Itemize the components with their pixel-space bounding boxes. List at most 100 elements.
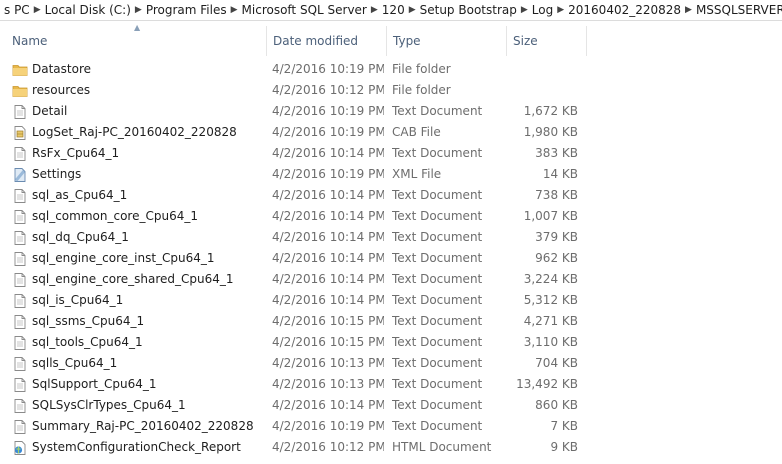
file-row[interactable]: sql_dq_Cpu64_1 4/2/2016 10:14 PM Text Docu… — [0, 227, 782, 248]
column-header-size[interactable]: Size — [506, 26, 586, 56]
text-document-icon — [12, 293, 28, 309]
text-document-icon — [12, 104, 28, 120]
file-name: sql_common_core_Cpu64_1 — [32, 209, 198, 223]
breadcrumb-label: Setup Bootstrap — [419, 3, 517, 17]
file-type: XML File — [392, 167, 442, 181]
file-row[interactable]: SystemConfigurationCheck_Report 4/2/2016 … — [0, 437, 782, 458]
breadcrumb-label: s PC — [4, 3, 30, 17]
file-type: HTML Document — [392, 440, 492, 454]
file-name: sql_dq_Cpu64_1 — [32, 230, 129, 244]
file-row[interactable]: Detail 4/2/2016 10:19 PM Text Document 1,67… — [0, 101, 782, 122]
chevron-right-icon[interactable]: ▶ — [409, 5, 416, 15]
text-document-icon — [12, 230, 28, 246]
file-date-modified: 4/2/2016 10:14 PM — [272, 146, 384, 160]
text-document-icon — [12, 314, 28, 330]
file-size: 379 KB — [535, 230, 578, 244]
file-name: LogSet_Raj-PC_20160402_220828 — [32, 125, 237, 139]
chevron-right-icon[interactable]: ▶ — [34, 5, 41, 15]
chevron-right-icon[interactable]: ▶ — [135, 5, 142, 15]
file-size: 704 KB — [535, 356, 578, 370]
file-date-modified: 4/2/2016 10:19 PM — [272, 167, 384, 181]
file-size: 13,492 KB — [516, 377, 578, 391]
file-row[interactable]: sql_ssms_Cpu64_1 4/2/2016 10:15 PM Text Do… — [0, 311, 782, 332]
breadcrumb-label: 20160402_220828 — [568, 3, 682, 17]
chevron-right-icon[interactable]: ▶ — [231, 5, 238, 15]
file-type: Text Document — [392, 272, 483, 286]
file-date-modified: 4/2/2016 10:19 PM — [272, 104, 384, 118]
breadcrumb-mssqlserver[interactable]: MSSQLSERVER — [692, 3, 782, 17]
file-row[interactable]: sql_as_Cpu64_1 4/2/2016 10:14 PM Text Docu… — [0, 185, 782, 206]
file-row[interactable]: resources 4/2/2016 10:12 PM File folder — [0, 80, 782, 101]
breadcrumb-setup-bootstrap[interactable]: Setup Bootstrap — [416, 3, 521, 17]
column-header-type[interactable]: Type — [386, 26, 506, 56]
column-header-label: Date modified — [273, 34, 359, 48]
breadcrumb-label: Microsoft SQL Server — [241, 3, 367, 17]
file-date-modified: 4/2/2016 10:14 PM — [272, 272, 384, 286]
file-size: 4,271 KB — [523, 314, 578, 328]
file-row[interactable]: SQLSysClrTypes_Cpu64_1 4/2/2016 10:14 PM T… — [0, 395, 782, 416]
file-row[interactable]: sql_engine_core_inst_Cpu64_1 4/2/2016 10:… — [0, 248, 782, 269]
breadcrumb-program-files[interactable]: Program Files — [142, 3, 231, 17]
file-name: sql_is_Cpu64_1 — [32, 293, 124, 307]
text-document-icon — [12, 335, 28, 351]
file-row[interactable]: sql_common_core_Cpu64_1 4/2/2016 10:14 PM… — [0, 206, 782, 227]
column-header-name[interactable]: ▲ Name — [6, 23, 266, 56]
file-date-modified: 4/2/2016 10:19 PM — [272, 62, 384, 76]
file-row[interactable]: RsFx_Cpu64_1 4/2/2016 10:14 PM Text Docume… — [0, 143, 782, 164]
file-type: Text Document — [392, 293, 483, 307]
file-row[interactable]: sqlls_Cpu64_1 4/2/2016 10:13 PM Text Docum… — [0, 353, 782, 374]
file-row[interactable]: Summary_Raj-PC_20160402_220828 4/2/2016 1… — [0, 416, 782, 437]
chevron-right-icon[interactable]: ▶ — [371, 5, 378, 15]
breadcrumb-microsoft-sql-server[interactable]: Microsoft SQL Server — [238, 3, 371, 17]
file-row[interactable]: Settings 4/2/2016 10:19 PM XML File 14 KB — [0, 164, 782, 185]
file-row[interactable]: sql_is_Cpu64_1 4/2/2016 10:14 PM Text Docu… — [0, 290, 782, 311]
file-row[interactable]: SqlSupport_Cpu64_1 4/2/2016 10:13 PM Text … — [0, 374, 782, 395]
column-header-row: ▲ Name Date modified Type Size — [0, 23, 782, 56]
file-name: sqlls_Cpu64_1 — [32, 356, 118, 370]
breadcrumb-log[interactable]: Log — [528, 3, 557, 17]
column-header-label: Name — [12, 34, 48, 48]
file-size: 3,224 KB — [523, 272, 578, 286]
html-document-icon — [12, 440, 28, 456]
file-row[interactable]: sql_engine_core_shared_Cpu64_1 4/2/2016 1… — [0, 269, 782, 290]
folder-icon — [12, 62, 28, 78]
file-type: Text Document — [392, 356, 483, 370]
text-document-icon — [12, 419, 28, 435]
sort-ascending-icon: ▲ — [134, 23, 141, 32]
breadcrumb-120[interactable]: 120 — [378, 3, 409, 17]
xml-file-icon — [12, 167, 28, 183]
cab-file-icon — [12, 125, 28, 141]
file-date-modified: 4/2/2016 10:14 PM — [272, 398, 384, 412]
file-size: 7 KB — [550, 419, 578, 433]
chevron-right-icon[interactable]: ▶ — [557, 5, 564, 15]
column-header-date-modified[interactable]: Date modified — [266, 26, 386, 56]
text-document-icon — [12, 188, 28, 204]
column-divider[interactable] — [586, 26, 587, 56]
text-document-icon — [12, 209, 28, 225]
column-header-label: Size — [513, 34, 538, 48]
file-date-modified: 4/2/2016 10:14 PM — [272, 209, 384, 223]
file-row[interactable]: sql_tools_Cpu64_1 4/2/2016 10:15 PM Text D… — [0, 332, 782, 353]
file-type: Text Document — [392, 188, 483, 202]
file-date-modified: 4/2/2016 10:12 PM — [272, 440, 384, 454]
file-type: Text Document — [392, 146, 483, 160]
breadcrumb-local-disk[interactable]: Local Disk (C:) — [41, 3, 135, 17]
chevron-right-icon[interactable]: ▶ — [521, 5, 528, 15]
file-name: SystemConfigurationCheck_Report — [32, 440, 241, 454]
file-type: Text Document — [392, 209, 483, 223]
file-date-modified: 4/2/2016 10:13 PM — [272, 356, 384, 370]
file-type: CAB File — [392, 125, 441, 139]
file-size: 738 KB — [535, 188, 578, 202]
chevron-right-icon[interactable]: ▶ — [685, 5, 692, 15]
breadcrumb-label: 120 — [381, 3, 405, 17]
file-row[interactable]: LogSet_Raj-PC_20160402_220828 4/2/2016 10… — [0, 122, 782, 143]
file-date-modified: 4/2/2016 10:14 PM — [272, 188, 384, 202]
file-row[interactable]: Datastore 4/2/2016 10:19 PM File folder — [0, 59, 782, 80]
breadcrumb-20160402-220828[interactable]: 20160402_220828 — [564, 3, 685, 17]
breadcrumb-label: Log — [531, 3, 554, 17]
file-name: RsFx_Cpu64_1 — [32, 146, 120, 160]
file-name: SqlSupport_Cpu64_1 — [32, 377, 157, 391]
address-bar[interactable]: s PC ▶ Local Disk (C:) ▶ Program Files ▶… — [0, 0, 782, 21]
file-size: 1,672 KB — [523, 104, 578, 118]
breadcrumb-this-pc[interactable]: s PC — [0, 3, 34, 17]
